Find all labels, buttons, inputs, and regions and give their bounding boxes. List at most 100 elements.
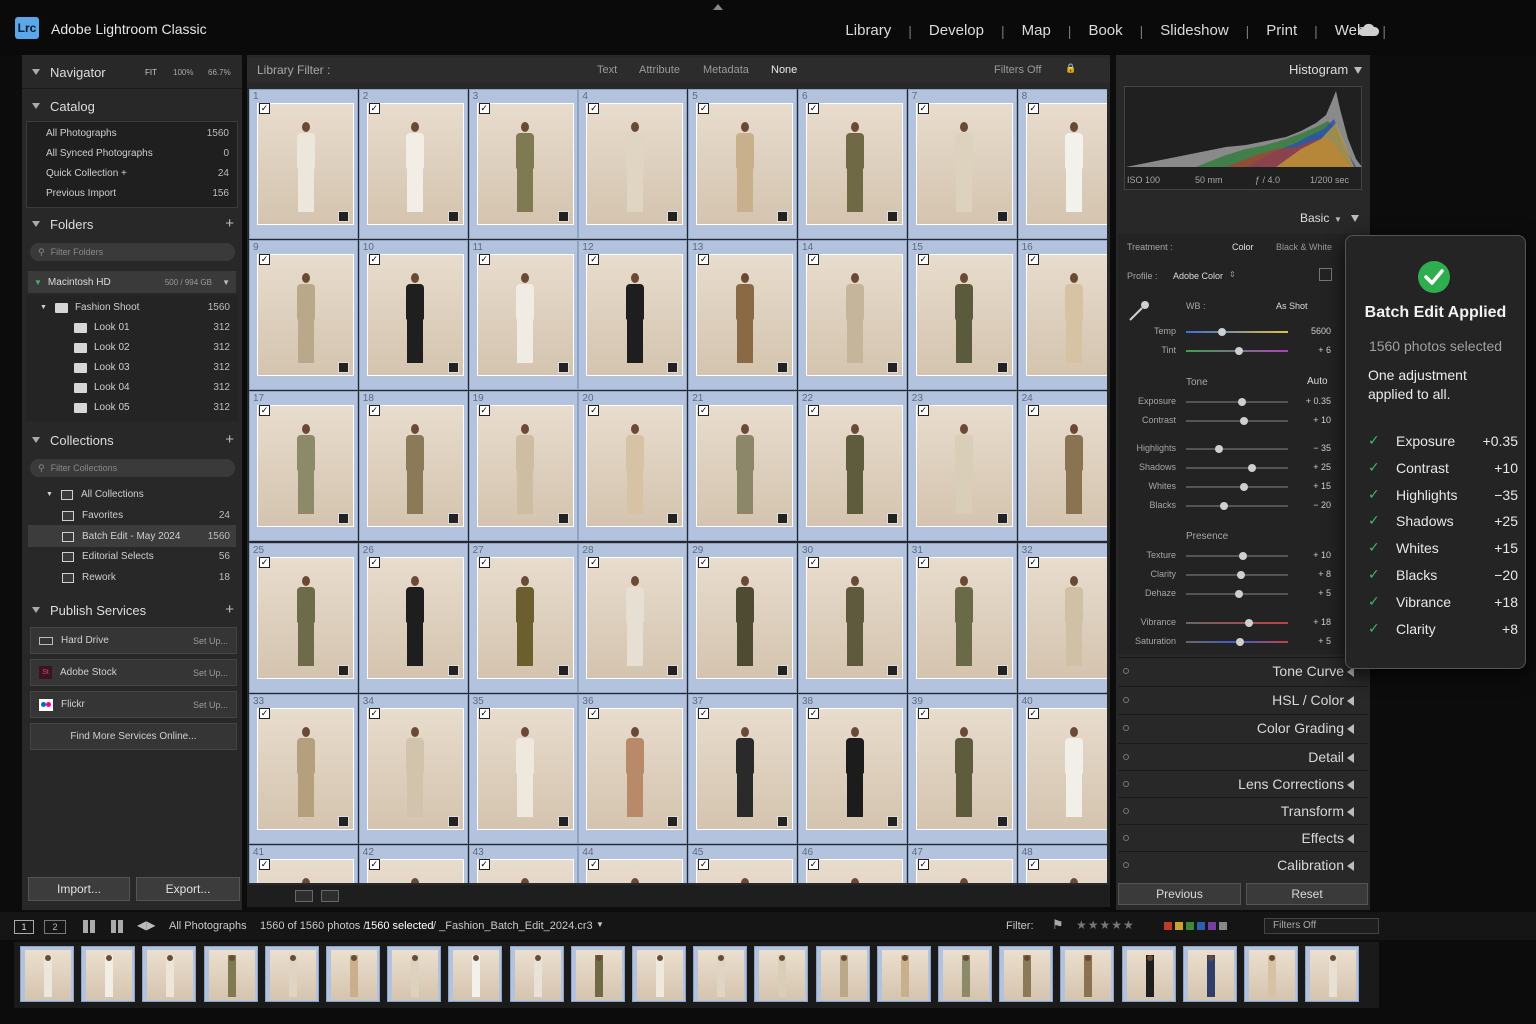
filmstrip-thumbnail[interactable] — [81, 946, 136, 1002]
selection-checkbox[interactable]: ✓ — [259, 254, 270, 266]
thumbnail-cell[interactable]: 42 ✓ — [358, 845, 468, 883]
thumbnail-cell[interactable]: 18 ✓ — [358, 391, 468, 542]
slider-handle[interactable] — [1219, 502, 1228, 510]
thumbnail-cell[interactable]: 29 ✓ — [688, 542, 798, 693]
selection-checkbox[interactable]: ✓ — [1027, 254, 1039, 266]
thumbnail-cell[interactable]: 9 ✓ — [249, 240, 358, 391]
panel-header-tone-curve[interactable]: Tone Curve — [1118, 657, 1368, 683]
panel-toggle-icon[interactable] — [1123, 668, 1129, 674]
selection-checkbox[interactable]: ✓ — [917, 405, 929, 417]
photo-thumbnail[interactable] — [586, 556, 684, 679]
photo-thumbnail[interactable] — [366, 707, 464, 830]
slider-handle[interactable] — [1235, 347, 1244, 355]
profile-browser-icon[interactable] — [1319, 268, 1332, 281]
slider-track[interactable] — [1186, 464, 1288, 472]
develop-settings-badge-icon[interactable] — [557, 815, 569, 827]
filmstrip-thumbnail[interactable] — [142, 946, 197, 1002]
thumbnail-cell[interactable]: 24 ✓ — [1017, 391, 1107, 542]
slider-value[interactable]: + 5 — [1290, 588, 1331, 598]
develop-settings-badge-icon[interactable] — [667, 362, 679, 374]
slider-track[interactable] — [1186, 347, 1288, 355]
selection-checkbox[interactable]: ✓ — [1027, 556, 1039, 568]
selection-checkbox[interactable]: ✓ — [917, 254, 929, 266]
loupe-view-icon[interactable] — [321, 890, 339, 902]
develop-settings-badge-icon[interactable] — [338, 362, 349, 374]
photo-thumbnail[interactable] — [1025, 556, 1107, 679]
primary-window-button[interactable]: 1 — [14, 920, 34, 934]
thumbnail-cell[interactable]: 36 ✓ — [578, 693, 688, 844]
filmstrip-thumbnail[interactable] — [1305, 946, 1360, 1002]
slider-value[interactable]: − 35 — [1290, 443, 1331, 453]
module-library[interactable]: Library — [828, 22, 908, 39]
photo-thumbnail[interactable] — [257, 859, 354, 883]
selection-checkbox[interactable]: ✓ — [917, 859, 929, 870]
filter-collections-input[interactable]: ⚲ Filter Collections — [30, 459, 235, 477]
secondary-window-button[interactable]: 2 — [44, 920, 66, 934]
thumbnail-cell[interactable]: 11 ✓ — [468, 240, 578, 391]
photo-thumbnail[interactable] — [806, 254, 903, 377]
filmstrip-thumbnail[interactable] — [1121, 946, 1176, 1002]
auto-tone-button[interactable]: Auto — [1307, 376, 1328, 387]
previous-button[interactable]: Previous — [1118, 883, 1241, 905]
selection-checkbox[interactable]: ✓ — [368, 707, 380, 719]
histogram-collapse-icon[interactable] — [1354, 67, 1362, 74]
selection-checkbox[interactable]: ✓ — [368, 556, 380, 568]
photo-thumbnail[interactable] — [257, 707, 354, 830]
filmstrip-thumbnail[interactable] — [509, 946, 564, 1002]
export-button[interactable]: Export... — [136, 877, 240, 901]
selection-checkbox[interactable]: ✓ — [1027, 103, 1039, 114]
photo-thumbnail[interactable] — [1025, 405, 1107, 528]
photo-thumbnail[interactable] — [915, 405, 1013, 528]
thumbnail-cell[interactable]: 23 ✓ — [907, 391, 1017, 542]
filter-preset[interactable]: Filters Off — [994, 64, 1041, 76]
publish-services-header[interactable]: Publish Services + — [22, 595, 242, 625]
thumbnail-cell[interactable]: 45 ✓ — [688, 845, 798, 883]
module-slideshow[interactable]: Slideshow — [1143, 22, 1245, 39]
photo-thumbnail[interactable] — [586, 707, 684, 830]
thumbnail-cell[interactable]: 38 ✓ — [798, 693, 907, 844]
add-folder-icon[interactable]: + — [225, 215, 234, 232]
chevron-down-icon[interactable]: ▼ — [596, 920, 604, 929]
slider-value[interactable]: + 15 — [1290, 481, 1331, 491]
thumbnail-cell[interactable]: 39 ✓ — [907, 693, 1017, 844]
photo-thumbnail[interactable] — [476, 405, 574, 528]
photo-thumbnail[interactable] — [1025, 707, 1107, 830]
photo-thumbnail[interactable] — [476, 254, 574, 377]
treatment-color[interactable]: Color — [1232, 242, 1254, 252]
develop-settings-badge-icon[interactable] — [338, 664, 349, 676]
slider-track[interactable] — [1186, 619, 1288, 627]
selection-checkbox[interactable]: ✓ — [808, 859, 819, 870]
thumbnail-cell[interactable]: 1 ✓ — [249, 89, 358, 239]
thumbnail-cell[interactable]: 20 ✓ — [578, 391, 688, 542]
eyedropper-icon[interactable] — [1126, 298, 1152, 324]
zoom-custom[interactable]: 66.7% — [208, 68, 231, 77]
folder-look[interactable]: Look 03 312 — [74, 362, 230, 373]
selection-checkbox[interactable]: ✓ — [588, 859, 600, 870]
thumbnail-cell[interactable]: 31 ✓ — [907, 542, 1017, 693]
thumbnail-cell[interactable]: 33 ✓ — [249, 693, 358, 844]
filmstrip-thumbnail[interactable] — [938, 946, 992, 1002]
slider-value[interactable]: − 20 — [1290, 500, 1331, 510]
thumbnail-cell[interactable]: 7 ✓ — [907, 89, 1017, 239]
develop-settings-badge-icon[interactable] — [996, 362, 1008, 374]
collection-item-selected[interactable]: Batch Edit - May 2024 1560 — [62, 531, 230, 542]
back-forward-icon[interactable]: ◀▶ — [137, 918, 155, 932]
selection-checkbox[interactable]: ✓ — [1027, 707, 1039, 719]
panel-toggle-icon[interactable] — [1123, 862, 1129, 868]
selection-checkbox[interactable]: ✓ — [917, 556, 929, 568]
selection-checkbox[interactable]: ✓ — [698, 859, 710, 870]
photo-thumbnail[interactable] — [366, 859, 464, 883]
filmstrip-thumbnail[interactable] — [876, 946, 931, 1002]
selection-checkbox[interactable]: ✓ — [478, 103, 490, 114]
thumbnail-cell[interactable]: 19 ✓ — [468, 391, 578, 542]
panel-header-hsl-color[interactable]: HSL / Color — [1118, 686, 1368, 712]
selection-checkbox[interactable]: ✓ — [368, 103, 380, 114]
selection-checkbox[interactable]: ✓ — [259, 859, 270, 870]
slider-handle[interactable] — [1214, 445, 1223, 453]
develop-settings-badge-icon[interactable] — [777, 664, 789, 676]
selection-checkbox[interactable]: ✓ — [698, 103, 710, 114]
photo-thumbnail[interactable] — [366, 556, 464, 679]
thumbnail-cell[interactable]: 37 ✓ — [688, 693, 798, 844]
slider-value[interactable]: + 10 — [1290, 550, 1331, 560]
selection-checkbox[interactable]: ✓ — [917, 103, 929, 114]
